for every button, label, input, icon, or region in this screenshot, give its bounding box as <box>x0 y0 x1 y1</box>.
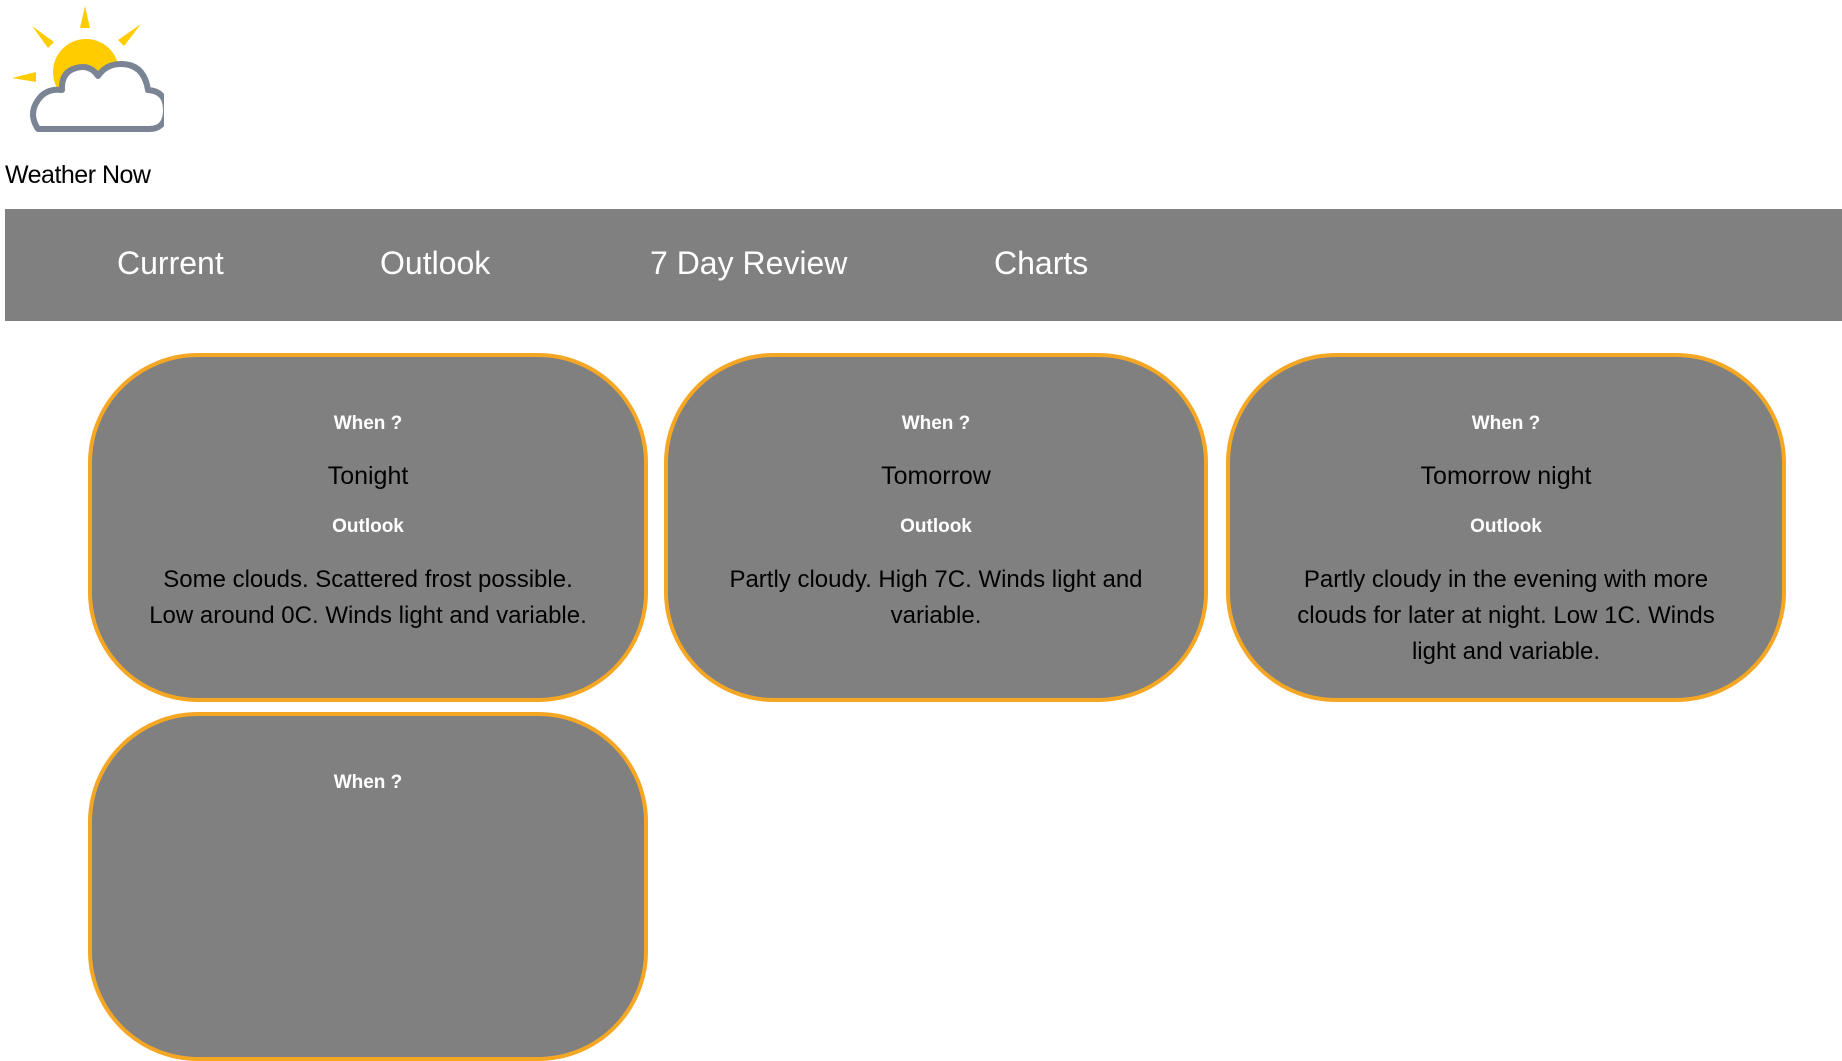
outlook-text: Partly cloudy in the evening with more c… <box>1297 566 1715 665</box>
forecast-card: When ? <box>88 712 648 1061</box>
when-label: When ? <box>1471 413 1541 434</box>
outlook-text: Some clouds. Scattered frost possible. L… <box>149 566 587 629</box>
when-label: When ? <box>901 413 971 434</box>
main-nav: Current Outlook 7 Day Review Charts <box>5 209 1842 321</box>
nav-current[interactable]: Current <box>117 245 224 282</box>
forecast-card: When ? Tomorrow Outlook Partly cloudy. H… <box>664 353 1208 702</box>
nav-charts[interactable]: Charts <box>994 245 1088 282</box>
forecast-period: Tonight <box>327 462 409 490</box>
forecast-period: Tomorrow night <box>1420 462 1592 490</box>
nav-7-day-review[interactable]: 7 Day Review <box>650 245 847 282</box>
forecast-period: Tomorrow <box>881 462 991 490</box>
when-label: When ? <box>333 413 403 434</box>
outlook-label: Outlook <box>900 516 972 537</box>
when-label: When ? <box>333 772 403 793</box>
nav-outlook[interactable]: Outlook <box>380 245 490 282</box>
partly-cloudy-icon <box>12 6 164 132</box>
outlook-label: Outlook <box>332 516 404 537</box>
site-title: Weather Now <box>5 161 151 189</box>
forecast-card: When ? Tonight Outlook Some clouds. Scat… <box>88 353 648 702</box>
outlook-label: Outlook <box>1470 516 1542 537</box>
forecast-card: When ? Tomorrow night Outlook Partly clo… <box>1226 353 1786 702</box>
outlook-text: Partly cloudy. High 7C. Winds light and … <box>729 566 1143 629</box>
